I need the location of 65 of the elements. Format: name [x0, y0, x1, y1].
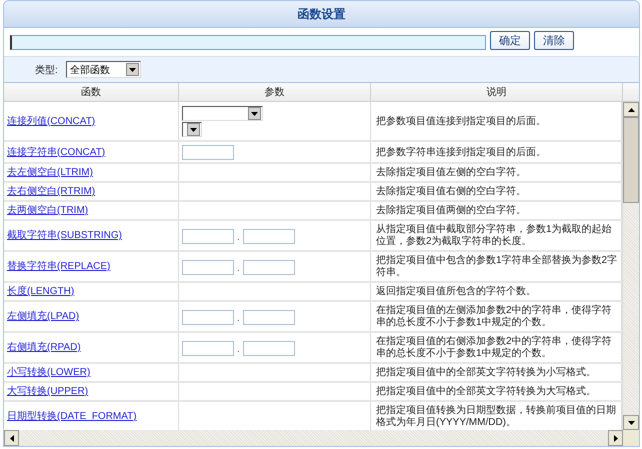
column-header: 说明	[371, 83, 623, 101]
function-link[interactable]: 连接列值(CONCAT)	[7, 116, 96, 128]
dropdown[interactable]: 全部函数	[66, 61, 141, 78]
function-link[interactable]: 长度(LENGTH)	[7, 286, 74, 298]
function-link[interactable]: 去左侧空白(LTRIM)	[7, 167, 93, 179]
param-field[interactable]	[182, 340, 234, 356]
separator-text: .	[237, 233, 240, 243]
scrollbar-thumb[interactable]	[623, 117, 639, 203]
caret-icon	[251, 112, 258, 116]
param-field[interactable]	[182, 228, 234, 244]
description-text: 把指定项目值转换为日期型数据，转换前项目值的日期格式为年月日(YYYY/MM/DD)。	[376, 405, 617, 429]
function-link[interactable]: 右侧填充(RPAD)	[7, 342, 81, 354]
function-link[interactable]: 去两侧空白(TRIM)	[7, 205, 88, 217]
description-text: 返回指定项目值所包含的字符个数。	[376, 286, 536, 298]
separator-text: .	[237, 345, 240, 355]
scroll-button[interactable]	[623, 415, 639, 430]
description-text: 把指定项目值中的全部英文字符转换为大写格式。	[376, 386, 596, 398]
caret-icon	[190, 128, 197, 132]
down-arrow-icon	[628, 420, 634, 424]
function-link[interactable]: 连接字符串(CONCAT)	[7, 146, 106, 158]
param-field[interactable]	[242, 340, 295, 356]
scroll-button[interactable]	[4, 430, 19, 446]
separator-text: .	[237, 314, 240, 324]
description-text: 去除指定项目值左侧的空白字符。	[376, 167, 526, 179]
dropdown[interactable]	[182, 122, 202, 137]
param-field[interactable]	[242, 260, 295, 274]
description-text: 去除指定项目值右侧的空白字符。	[376, 186, 526, 198]
action-button[interactable]: 确定	[490, 30, 530, 50]
description-text: 把参数字符串连接到指定项目的后面。	[376, 146, 546, 158]
right-arrow-icon	[614, 434, 618, 442]
expression-field[interactable]	[10, 34, 486, 50]
scrollbar-corner	[623, 430, 639, 446]
scroll-button[interactable]	[608, 430, 623, 446]
type-label: 类型:	[35, 64, 58, 76]
panel-title: 函数设置	[4, 1, 639, 28]
up-arrow-icon	[628, 108, 634, 112]
param-field[interactable]	[182, 145, 234, 160]
description-text: 从指定项目值中截取部分字符串，参数1为截取的起始位置，参数2为截取字符串的长度。	[376, 224, 613, 248]
horizontal-scrollbar[interactable]	[4, 430, 623, 446]
param-field[interactable]	[182, 260, 234, 274]
dropdown[interactable]	[182, 106, 263, 121]
function-link[interactable]: 去右侧空白(RTRIM)	[7, 186, 96, 198]
function-link[interactable]: 替换字符串(REPLACE)	[7, 261, 110, 273]
param-field[interactable]	[242, 228, 295, 244]
description-text: 把指定项目值中的全部英文字符转换为小写格式。	[376, 367, 596, 379]
vertical-scrollbar[interactable]	[622, 102, 639, 430]
function-link[interactable]: 日期型转换(DATE_FORMAT)	[7, 411, 137, 423]
scroll-button[interactable]	[623, 102, 639, 117]
description-text: 把参数项目值连接到指定项目的后面。	[376, 116, 546, 128]
description-text: 在指定项目值的左侧添加参数2中的字符串，使得字符串的总长度不小于参数1中规定的个数。	[376, 305, 613, 329]
left-arrow-icon	[10, 434, 14, 442]
action-button[interactable]: 清除	[534, 30, 574, 50]
param-field[interactable]	[182, 310, 234, 324]
function-link[interactable]: 小写转换(LOWER)	[7, 367, 90, 379]
function-link[interactable]: 左侧填充(LPAD)	[7, 311, 80, 323]
param-field[interactable]	[242, 310, 295, 324]
description-text: 去除指定项目值两侧的空白字符。	[376, 205, 526, 217]
function-link[interactable]: 截取字符串(SUBSTRING)	[7, 230, 122, 242]
description-text: 把指定项目值中包含的参数1字符串全部替换为参数2字符串。	[376, 255, 618, 279]
separator-text: .	[237, 264, 240, 274]
function-link[interactable]: 大写转换(UPPER)	[7, 386, 88, 398]
column-header: 函数	[4, 83, 179, 101]
description-text: 在指定项目值的右侧添加参数2中的字符串，使得字符串的总长度不小于参数1中规定的个数。	[376, 336, 613, 360]
caret-icon	[128, 68, 136, 72]
column-header: 参数	[179, 83, 371, 101]
